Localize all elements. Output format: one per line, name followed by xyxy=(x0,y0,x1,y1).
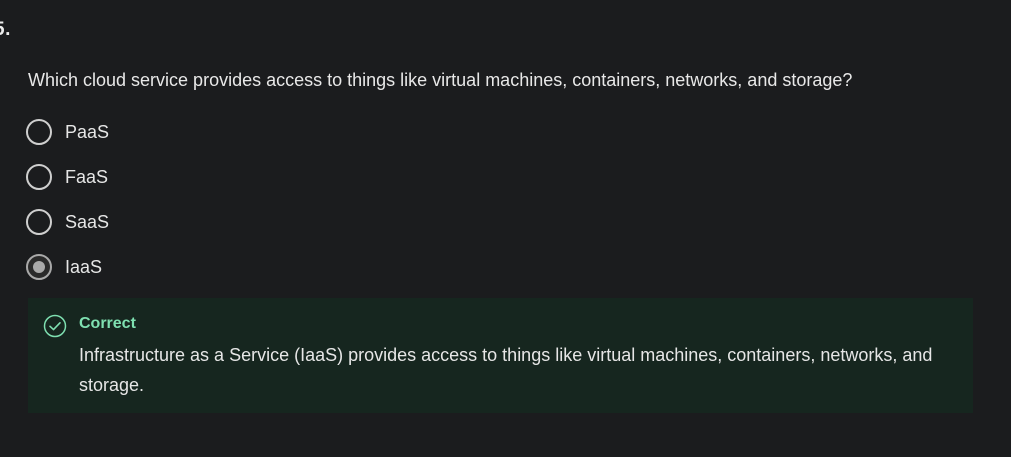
option-label: PaaS xyxy=(65,121,110,142)
question-text: Which cloud service provides access to t… xyxy=(28,70,853,90)
question-number: 5. xyxy=(0,19,11,40)
radio-button-saas[interactable] xyxy=(26,209,52,235)
option-saas[interactable]: SaaS xyxy=(26,208,426,236)
answer-options: PaaS FaaS SaaS IaaS xyxy=(26,118,426,298)
radio-button-iaas[interactable] xyxy=(26,254,52,280)
feedback-status: Correct xyxy=(79,315,136,332)
option-label: SaaS xyxy=(65,211,110,232)
option-iaas[interactable]: IaaS xyxy=(26,253,426,281)
radio-button-faas[interactable] xyxy=(26,164,52,190)
feedback-panel: Correct Infrastructure as a Service (Iaa… xyxy=(28,298,973,413)
feedback-explanation: Infrastructure as a Service (IaaS) provi… xyxy=(79,345,933,395)
quiz-page: 5. Which cloud service provides access t… xyxy=(0,0,1011,457)
option-paas[interactable]: PaaS xyxy=(26,118,426,146)
option-label: IaaS xyxy=(65,256,103,277)
option-faas[interactable]: FaaS xyxy=(26,163,426,191)
option-label: FaaS xyxy=(65,166,109,187)
radio-button-paas[interactable] xyxy=(26,119,52,145)
check-circle-icon xyxy=(43,314,67,338)
